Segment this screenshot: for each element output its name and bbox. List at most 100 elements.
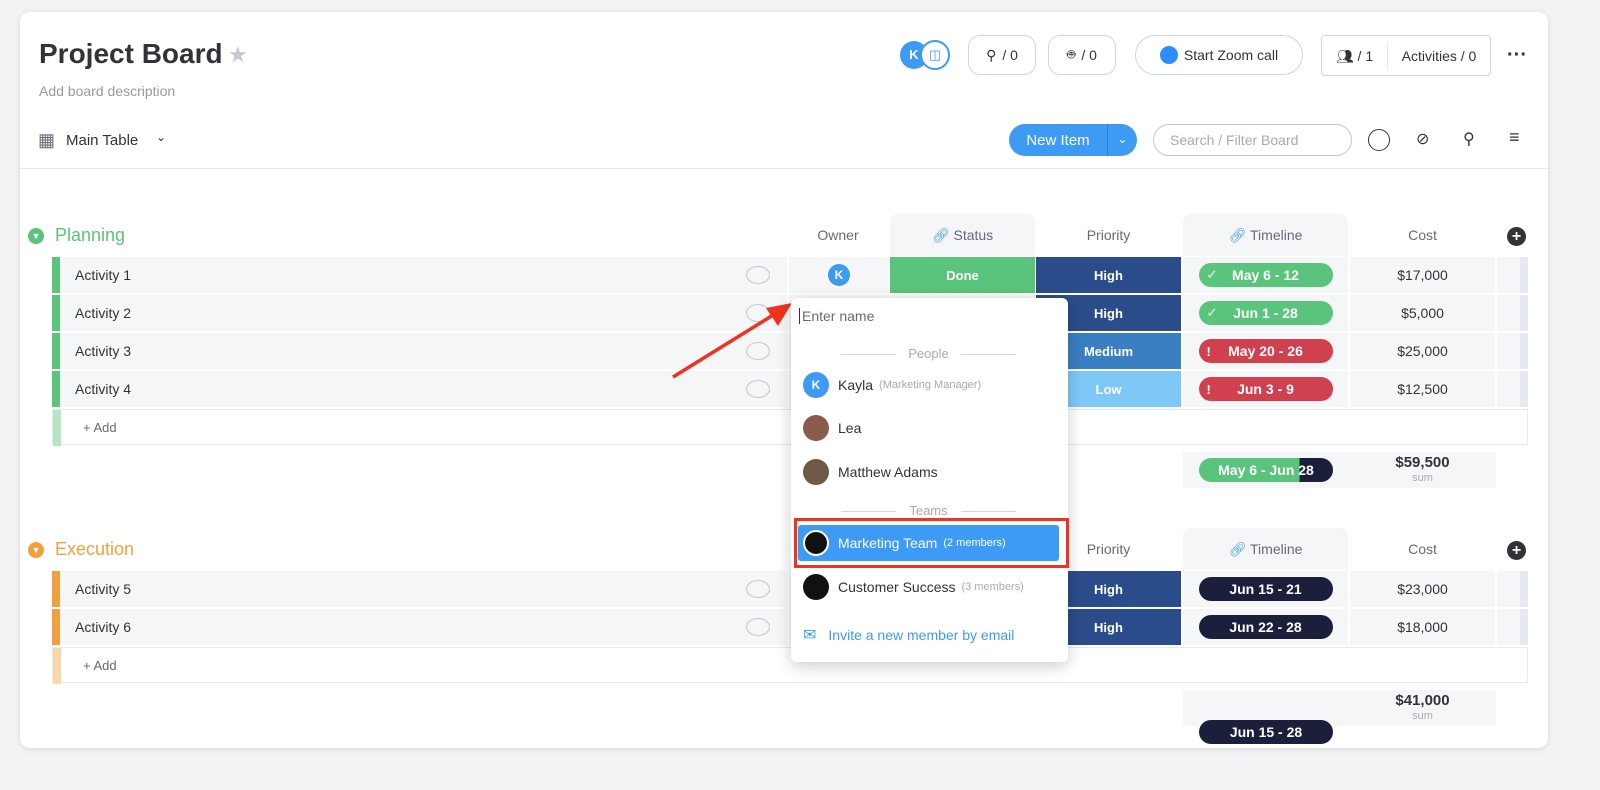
chevron-down-icon[interactable]: ⌄ [156,130,166,144]
add-item-label[interactable]: + Add [83,420,117,435]
timeline-pill: ✓ May 6 - 12 [1198,263,1333,287]
add-item-row[interactable]: + Add [52,647,1528,684]
cost-cell[interactable]: $18,000 [1350,609,1495,645]
cost-cell[interactable]: $23,000 [1350,571,1495,607]
comment-icon[interactable] [746,618,770,636]
person-filter-icon[interactable] [1368,129,1390,151]
annotation-arrow [672,303,792,379]
timeline-text: May 6 - 12 [1232,267,1299,283]
alert-icon: ! [1206,381,1211,397]
pin-icon[interactable]: ⚲ [1463,129,1475,149]
search-input[interactable]: Search / Filter Board [1153,124,1352,156]
add-column-icon[interactable]: + [1507,227,1526,246]
chevron-down-icon[interactable]: ⌄ [1107,124,1137,156]
group-title-planning[interactable]: Planning [55,225,125,246]
add-item-label[interactable]: + Add [83,658,117,673]
zoom-label: Start Zoom call [1183,47,1279,63]
timeline-summary: May 6 - Jun 28 [1199,458,1333,482]
item-name[interactable]: Activity 6 [52,609,787,645]
timeline-text: May 20 - 26 [1228,343,1303,359]
view-selector[interactable]: Main Table [66,132,138,149]
viewer-icon[interactable]: ◫ [920,40,950,70]
automations-count: / 0 [1081,47,1097,63]
owner-cell[interactable]: K [789,257,889,293]
cost-cell[interactable]: $25,000 [1350,333,1495,369]
item-name-text: Activity 1 [75,267,132,283]
timeline-cell[interactable]: ✓ Jun 1 - 28 [1183,295,1348,331]
column-header-cost[interactable]: Cost [1350,214,1495,256]
timeline-pill: Jun 15 - 21 [1198,577,1333,601]
hide-icon[interactable]: ⊘ [1416,129,1429,149]
automations-button[interactable]: 🤖︎ / 0 [1048,35,1116,75]
column-header-timeline[interactable]: 🔗︎ Timeline [1183,214,1348,256]
check-icon: ✓ [1206,267,1218,282]
item-name[interactable]: Activity 1 [52,257,787,293]
timeline-cell[interactable]: ✓ May 6 - 12 [1183,257,1348,293]
collapse-icon[interactable]: ▼ [28,542,44,558]
star-icon[interactable]: ★ [228,42,248,68]
person-option-kayla[interactable]: K Kayla (Marketing Manager) [803,367,981,403]
comment-icon[interactable] [746,266,770,284]
zoom-icon [1159,46,1178,64]
name-input[interactable]: Enter name [799,308,874,324]
item-name-text: Activity 5 [75,581,132,597]
cost-cell[interactable]: $12,500 [1350,371,1495,407]
timeline-cell[interactable]: Jun 15 - 21 [1183,571,1348,607]
table-row[interactable]: Activity 1 K Done High ✓ May 6 - 12 $17,0… [52,257,1528,293]
cost-sum: $59,500 [1395,454,1450,471]
cost-cell[interactable]: $5,000 [1350,295,1495,331]
activities-button[interactable]: Activities / 0 [1388,48,1490,64]
item-name-text: Activity 4 [75,381,132,397]
people-separator: People [841,346,1016,361]
group-color-bar [52,571,60,607]
collapse-icon[interactable]: ▼ [28,228,44,244]
more-icon[interactable]: ··· [1507,44,1527,67]
person-option-matthew[interactable]: Matthew Adams [803,454,938,490]
comment-icon[interactable] [746,580,770,598]
timeline-label: Timeline [1250,541,1303,557]
zoom-call-button[interactable]: Start Zoom call [1135,35,1303,75]
timeline-cell[interactable]: Jun 22 - 28 [1183,609,1348,645]
group-color-bar [53,410,61,446]
empty-cell [1497,371,1528,407]
timeline-cell[interactable]: ! May 20 - 26 [1183,333,1348,369]
priority-cell[interactable]: High [1036,257,1181,293]
invite-by-email-link[interactable]: ✉ Invite a new member by email [803,617,1014,653]
timeline-text: Jun 1 - 28 [1233,305,1298,321]
filter-icon[interactable]: ≡ [1509,127,1520,148]
new-item-button[interactable]: New Item ⌄ [1009,124,1137,156]
owner-picker-dropdown: Enter name People K Kayla (Marketing Manag… [791,298,1068,662]
avatar: K [826,262,852,288]
people-icon: 👥︎ [1335,47,1354,64]
members-count: / 1 [1357,47,1374,64]
person-option-lea[interactable]: Lea [803,410,861,446]
column-header-owner[interactable]: Owner [788,214,888,256]
cost-cell[interactable]: $17,000 [1350,257,1495,293]
column-header-cost[interactable]: Cost [1350,528,1495,570]
timeline-cell[interactable]: ! Jun 3 - 9 [1183,371,1348,407]
link-icon: 🔗︎ [1228,541,1247,557]
team-option-customer-success[interactable]: Customer Success (3 members) [803,569,1024,605]
empty-cell [1497,257,1528,293]
members-button[interactable]: 👥︎ / 1 [1322,41,1388,70]
timeline-text: Jun 3 - 9 [1237,381,1294,397]
column-header-timeline[interactable]: 🔗︎ Timeline [1183,528,1348,570]
avatar [803,415,829,441]
group-title-execution[interactable]: Execution [55,539,134,560]
robot-icon: 🤖︎ [1067,46,1076,62]
column-header-priority[interactable]: Priority [1036,214,1181,256]
table-icon: ▦ [38,130,56,150]
person-name: Matthew Adams [838,464,938,480]
board-description[interactable]: Add board description [39,83,175,99]
column-header-status[interactable]: 🔗︎ Status [890,214,1035,256]
timeline-pill: ! Jun 3 - 9 [1198,377,1333,401]
status-cell[interactable]: Done [890,257,1035,293]
add-column-icon[interactable]: + [1507,541,1526,560]
group-color-bar [52,295,60,331]
integrations-button[interactable]: ⚲ / 0 [968,35,1036,75]
item-name[interactable]: Activity 5 [52,571,787,607]
table-row[interactable]: Activity 6 High Jun 22 - 28 $18,000 [52,609,1528,645]
link-icon: 🔗︎ [1228,227,1247,243]
table-row[interactable]: Activity 5 High Jun 15 - 21 $23,000 [52,571,1528,607]
add-item-row[interactable]: + Add [52,409,1528,446]
